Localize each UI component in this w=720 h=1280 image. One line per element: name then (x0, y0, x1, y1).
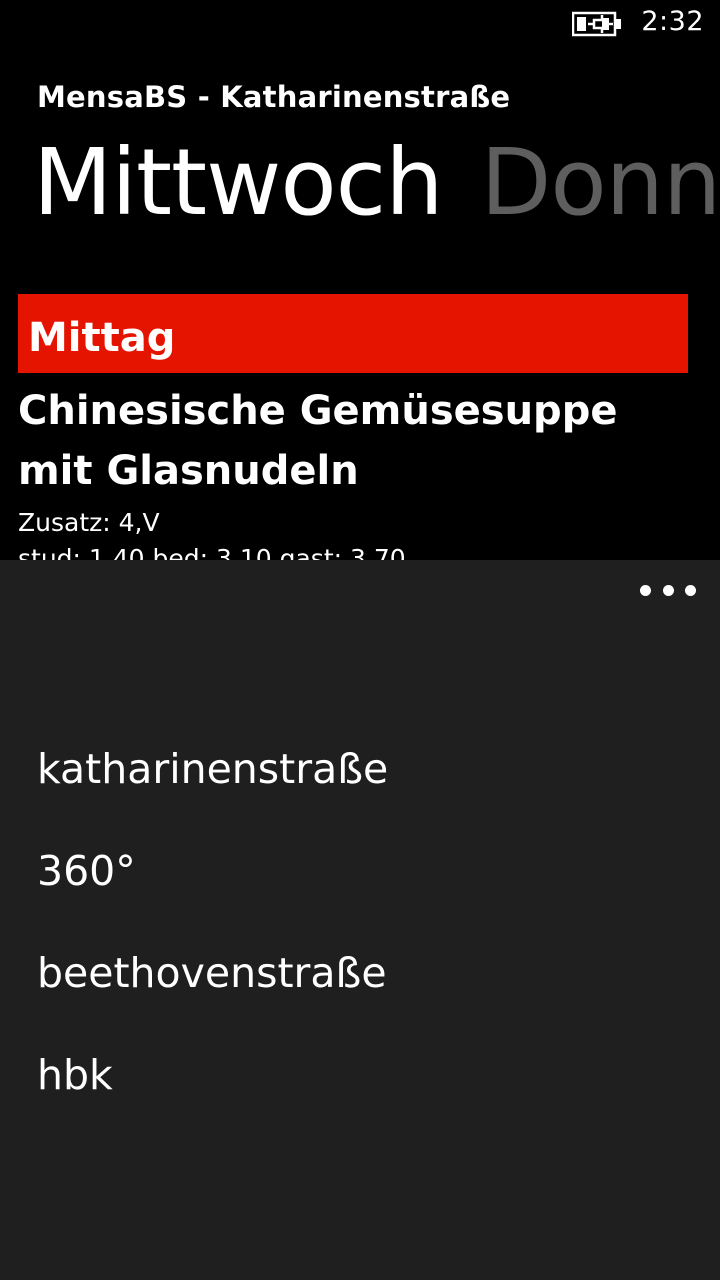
ellipsis-dot (685, 584, 696, 596)
phone-screen: 2:32 MensaBS - Katharinenstraße Mittwoch… (0, 0, 720, 1280)
meal-prices: stud: 1,40 bed: 3,10 gast: 3,70 (18, 544, 406, 560)
app-bar-menu: katharinenstraße 360° beethovenstraße hb… (37, 718, 388, 1126)
pivot-item-donnerstag[interactable]: Donnerstag (481, 128, 720, 238)
ellipsis-icon[interactable] (640, 568, 696, 612)
pivot-header[interactable]: Mittwoch Donnerstag (33, 128, 720, 238)
menu-item-beethovenstrasse[interactable]: beethovenstraße (37, 922, 388, 1024)
app-title: MensaBS - Katharinenstraße (37, 80, 511, 114)
menu-content: Mittag Chinesische Gemüsesuppe mit Glasn… (18, 294, 688, 560)
menu-item-hbk[interactable]: hbk (37, 1024, 388, 1126)
section-header-mittag: Mittag (18, 294, 688, 373)
app-bar: katharinenstraße 360° beethovenstraße hb… (0, 560, 720, 1280)
meal-extras: Zusatz: 4,V (18, 508, 160, 537)
menu-item-katharinenstrasse[interactable]: katharinenstraße (37, 718, 388, 820)
menu-item-360[interactable]: 360° (37, 820, 388, 922)
meal-name: Chinesische Gemüsesuppe mit Glasnudeln (18, 388, 618, 494)
battery-charging-icon (572, 11, 621, 37)
ellipsis-dot (662, 584, 674, 596)
status-time: 2:32 (641, 6, 704, 37)
status-bar: 2:32 (0, 0, 720, 48)
pivot-item-mittwoch[interactable]: Mittwoch (33, 128, 444, 238)
ellipsis-dot (640, 584, 651, 596)
